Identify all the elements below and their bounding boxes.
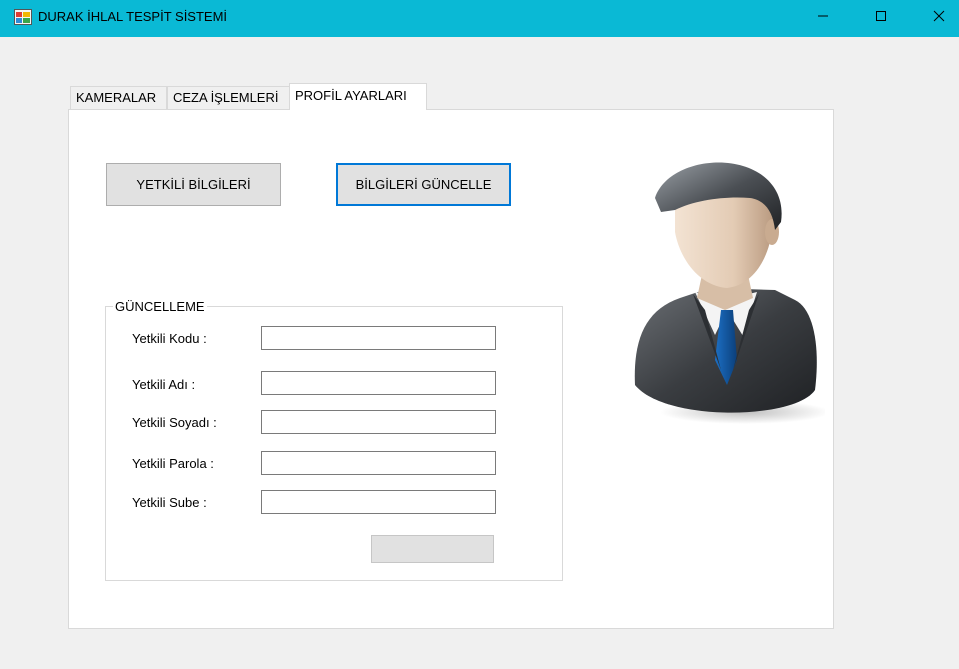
title-bar: DURAK İHLAL TESPİT SİSTEMİ (0, 0, 959, 37)
window-title: DURAK İHLAL TESPİT SİSTEMİ (38, 9, 228, 24)
yetkili-bilgileri-button[interactable]: YETKİLİ BİLGİLERİ (106, 163, 281, 206)
submit-button[interactable] (371, 535, 494, 563)
user-profile-icon (625, 160, 830, 432)
maximize-icon (876, 11, 886, 21)
close-icon (933, 10, 945, 22)
yetkili-kodu-label: Yetkili Kodu : (132, 331, 207, 346)
tab-ceza-islemleri[interactable]: CEZA İŞLEMLERİ (167, 86, 290, 109)
yetkili-adi-input[interactable] (261, 371, 496, 395)
minimize-icon (818, 15, 828, 17)
yetkili-soyadi-input[interactable] (261, 410, 496, 434)
yetkili-parola-input[interactable] (261, 451, 496, 475)
minimize-button[interactable] (800, 0, 846, 32)
groupbox-title: GÜNCELLEME (113, 299, 207, 314)
maximize-button[interactable] (858, 0, 904, 32)
yetkili-adi-label: Yetkili Adı : (132, 377, 196, 392)
tab-kameralar[interactable]: KAMERALAR (70, 86, 167, 109)
yetkili-sube-input[interactable] (261, 490, 496, 514)
yetkili-parola-label: Yetkili Parola : (132, 456, 214, 471)
yetkili-sube-label: Yetkili Sube : (132, 495, 207, 510)
app-icon (14, 9, 32, 25)
tab-profil-ayarlari[interactable]: PROFİL AYARLARI (289, 83, 427, 110)
close-button[interactable] (916, 0, 959, 32)
bilgileri-guncelle-button[interactable]: BİLGİLERİ GÜNCELLE (336, 163, 511, 206)
yetkili-soyadi-label: Yetkili Soyadı : (132, 415, 217, 430)
yetkili-kodu-input[interactable] (261, 326, 496, 350)
